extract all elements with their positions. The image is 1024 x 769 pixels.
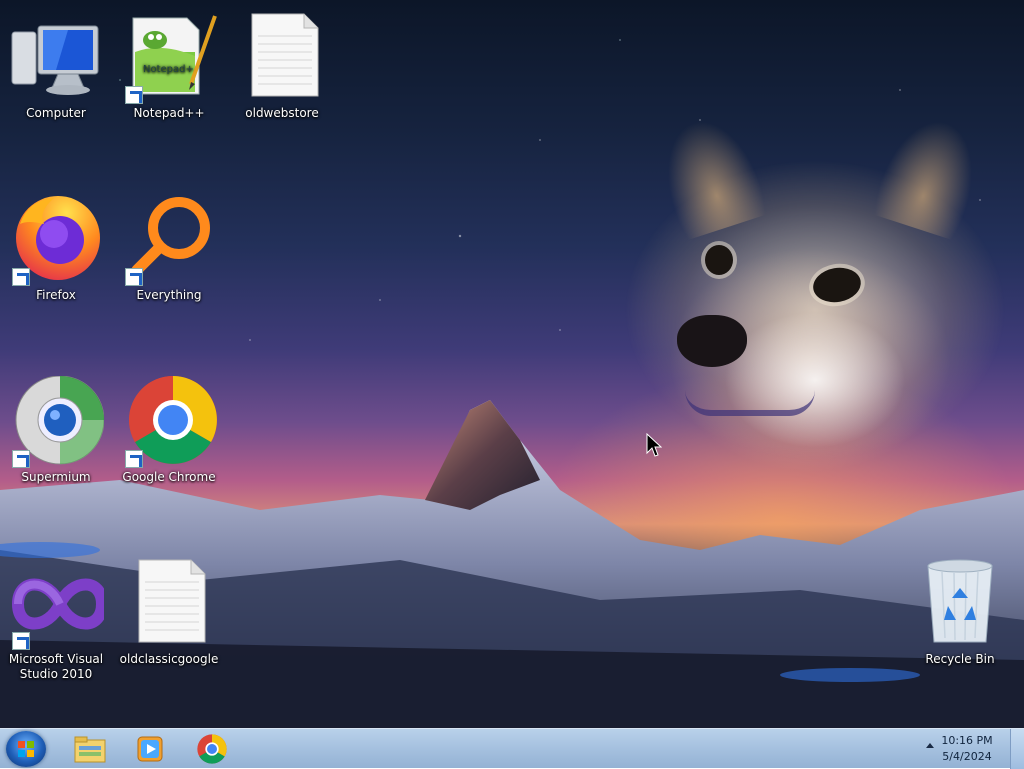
shortcut-arrow-icon	[125, 268, 143, 286]
show-desktop-button[interactable]	[1010, 729, 1024, 769]
blank-file-icon	[251, 13, 319, 97]
clock-date: 5/4/2024	[942, 750, 992, 763]
mouse-cursor-icon	[646, 433, 662, 457]
icon-label: oldclassicgoogle	[119, 652, 219, 666]
taskbar: 10:16 PM 5/4/2024	[0, 728, 1024, 769]
google-chrome-icon	[197, 734, 227, 764]
desktop-icon-recycle-bin[interactable]: Recycle Bin	[908, 558, 1012, 667]
shortcut-arrow-icon	[125, 86, 143, 104]
clock-time: 10:16 PM	[941, 734, 993, 747]
svg-text:Notepad+: Notepad+	[143, 64, 194, 75]
icon-label: Firefox	[36, 288, 76, 302]
desktop-icon-google-chrome[interactable]: Google Chrome	[117, 376, 221, 485]
desktop-icon-supermium[interactable]: Supermium	[4, 375, 108, 485]
icon-label: Computer	[26, 106, 86, 120]
shortcut-arrow-icon	[12, 450, 30, 468]
computer-icon	[11, 25, 99, 95]
taskbar-windows-media-player[interactable]	[124, 732, 176, 766]
desktop-icon-firefox[interactable]: Firefox	[4, 194, 108, 303]
shortcut-arrow-icon	[125, 450, 143, 468]
shortcut-arrow-icon	[12, 268, 30, 286]
desktop-icon-computer[interactable]: Computer	[4, 12, 108, 121]
desktop-icon-notepad-plus-plus[interactable]: Notepad+ Notepad++	[117, 12, 221, 121]
desktop-icon-oldclassicgoogle[interactable]: oldclassicgoogle	[117, 558, 221, 667]
icon-label: Notepad++	[133, 106, 205, 120]
windows-explorer-icon	[74, 736, 106, 763]
icon-label: oldwebstore	[245, 106, 319, 120]
icon-label: Supermium	[21, 470, 91, 484]
icon-label: Everything	[136, 288, 202, 302]
system-tray: 10:16 PM 5/4/2024	[914, 729, 1024, 769]
icon-label: Recycle Bin	[925, 652, 995, 666]
icon-label: Microsoft Visual Studio 2010	[8, 652, 104, 681]
windows-logo-icon	[18, 741, 34, 757]
show-hidden-icons-arrow-icon[interactable]	[926, 743, 934, 748]
taskbar-windows-explorer[interactable]	[64, 732, 116, 766]
windows-media-player-icon	[137, 736, 163, 762]
start-button[interactable]	[6, 731, 46, 767]
blank-file-icon	[138, 559, 206, 643]
desktop-icon-visual-studio-2010[interactable]: Microsoft Visual Studio 2010	[4, 558, 109, 682]
icon-label: Google Chrome	[122, 470, 216, 484]
desktop-icon-everything[interactable]: Everything	[117, 194, 221, 303]
taskbar-google-chrome[interactable]	[186, 732, 238, 766]
taskbar-clock[interactable]: 10:16 PM 5/4/2024	[934, 733, 1000, 765]
desktop-icon-oldwebstore[interactable]: oldwebstore	[230, 12, 334, 121]
shortcut-arrow-icon	[12, 632, 30, 650]
recycle-bin-icon	[927, 559, 993, 643]
